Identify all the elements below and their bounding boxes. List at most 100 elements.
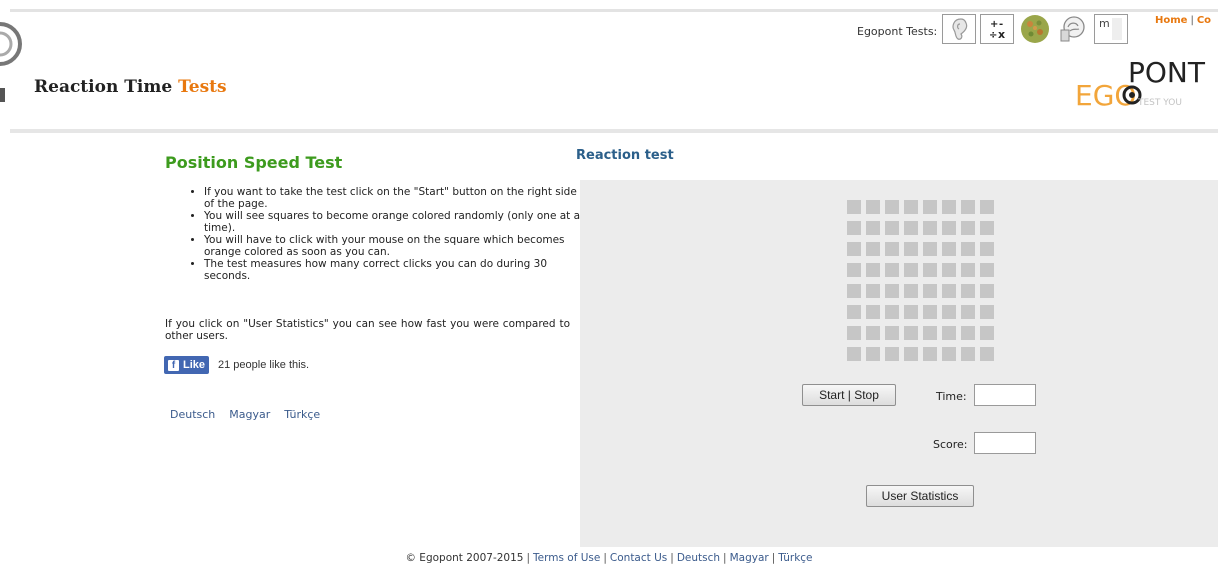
language-link-magyar[interactable]: Magyar	[229, 408, 270, 421]
grid-square[interactable]	[923, 305, 937, 319]
grid-square[interactable]	[885, 221, 899, 235]
grid-square[interactable]	[904, 305, 918, 319]
instructions-list: If you want to take the test click on th…	[190, 186, 584, 282]
grid-square[interactable]	[980, 347, 994, 361]
top-link-home[interactable]: Home	[1155, 15, 1187, 26]
grid-square[interactable]	[961, 347, 975, 361]
grid-square[interactable]	[923, 200, 937, 214]
grid-square[interactable]	[866, 305, 880, 319]
language-link-deutsch[interactable]: Deutsch	[170, 408, 215, 421]
memory-icon[interactable]: m	[1094, 14, 1128, 44]
ear-icon[interactable]	[942, 14, 976, 44]
grid-square[interactable]	[904, 200, 918, 214]
site-title[interactable]: Reaction Time Tests	[34, 77, 227, 97]
grid-square[interactable]	[942, 305, 956, 319]
grid-square[interactable]	[961, 326, 975, 340]
math-operators-icon[interactable]: + - ÷ x	[980, 14, 1014, 44]
grid-square[interactable]	[923, 284, 937, 298]
egopont-logo[interactable]: EGO PONT TEST YOU	[1075, 50, 1218, 120]
grid-square[interactable]	[980, 326, 994, 340]
grid-square[interactable]	[885, 326, 899, 340]
grid-square[interactable]	[885, 347, 899, 361]
brain-icon[interactable]	[1056, 14, 1090, 44]
grid-square[interactable]	[866, 221, 880, 235]
footer-link-terms[interactable]: Terms of Use	[533, 552, 600, 564]
color-vision-icon[interactable]	[1018, 14, 1052, 44]
grid-square[interactable]	[923, 263, 937, 277]
grid-square[interactable]	[961, 305, 975, 319]
grid-square[interactable]	[904, 242, 918, 256]
footer-separator: |	[603, 552, 607, 564]
memory-icon-letter: m	[1099, 17, 1110, 30]
grid-square[interactable]	[942, 263, 956, 277]
language-link-turkce[interactable]: Türkçe	[284, 408, 320, 421]
user-statistics-button[interactable]: User Statistics	[866, 485, 974, 507]
grid-square[interactable]	[923, 326, 937, 340]
grid-square[interactable]	[847, 200, 861, 214]
grid-square[interactable]	[904, 326, 918, 340]
grid-square[interactable]	[961, 263, 975, 277]
score-field[interactable]	[974, 432, 1036, 454]
site-logo-icon[interactable]	[0, 20, 32, 110]
grid-square[interactable]	[847, 221, 861, 235]
top-link-contact[interactable]: Co	[1197, 15, 1211, 26]
grid-square[interactable]	[904, 263, 918, 277]
grid-square[interactable]	[885, 200, 899, 214]
footer-link-magyar[interactable]: Magyar	[730, 552, 769, 564]
footer-link-deutsch[interactable]: Deutsch	[677, 552, 720, 564]
grid-square[interactable]	[961, 242, 975, 256]
svg-text:x: x	[998, 28, 1005, 41]
site-title-main: Reaction Time	[34, 77, 173, 97]
grid-square[interactable]	[980, 242, 994, 256]
time-field[interactable]	[974, 384, 1036, 406]
grid-square[interactable]	[885, 263, 899, 277]
grid-square[interactable]	[942, 221, 956, 235]
grid-square[interactable]	[866, 200, 880, 214]
grid-square[interactable]	[980, 284, 994, 298]
grid-square[interactable]	[942, 200, 956, 214]
grid-square[interactable]	[904, 284, 918, 298]
grid-square[interactable]	[904, 347, 918, 361]
grid-square[interactable]	[961, 284, 975, 298]
grid-square[interactable]	[942, 284, 956, 298]
grid-square[interactable]	[847, 284, 861, 298]
grid-square[interactable]	[847, 347, 861, 361]
grid-square[interactable]	[885, 305, 899, 319]
grid-square[interactable]	[980, 305, 994, 319]
grid-square[interactable]	[904, 221, 918, 235]
facebook-icon: f	[168, 359, 179, 371]
facebook-like-button[interactable]: f Like	[164, 356, 210, 374]
grid-square[interactable]	[923, 221, 937, 235]
grid-square[interactable]	[923, 242, 937, 256]
grid-square[interactable]	[980, 263, 994, 277]
like-count: 21 people like this.	[218, 359, 310, 371]
grid-square[interactable]	[961, 221, 975, 235]
instruction-item: If you want to take the test click on th…	[204, 186, 584, 210]
grid-square[interactable]	[866, 284, 880, 298]
instruction-item: You will see squares to become orange co…	[204, 210, 584, 234]
square-grid	[847, 200, 994, 366]
grid-square[interactable]	[923, 347, 937, 361]
statistics-note: If you click on "User Statistics" you ca…	[165, 318, 570, 342]
grid-square[interactable]	[847, 305, 861, 319]
grid-square[interactable]	[847, 242, 861, 256]
grid-square[interactable]	[942, 326, 956, 340]
grid-square[interactable]	[866, 326, 880, 340]
grid-square[interactable]	[866, 242, 880, 256]
footer-link-turkce[interactable]: Türkçe	[778, 552, 812, 564]
grid-square[interactable]	[866, 347, 880, 361]
grid-square[interactable]	[866, 263, 880, 277]
footer-copyright: © Egopont 2007-2015	[405, 552, 524, 564]
grid-square[interactable]	[942, 347, 956, 361]
start-stop-button[interactable]: Start | Stop	[802, 384, 896, 406]
footer-link-contact[interactable]: Contact Us	[610, 552, 667, 564]
grid-square[interactable]	[885, 242, 899, 256]
reaction-test-panel: Start | Stop Time: Score: User Statistic…	[580, 180, 1218, 547]
grid-square[interactable]	[847, 326, 861, 340]
grid-square[interactable]	[847, 263, 861, 277]
grid-square[interactable]	[980, 221, 994, 235]
grid-square[interactable]	[942, 242, 956, 256]
grid-square[interactable]	[961, 200, 975, 214]
grid-square[interactable]	[885, 284, 899, 298]
grid-square[interactable]	[980, 200, 994, 214]
